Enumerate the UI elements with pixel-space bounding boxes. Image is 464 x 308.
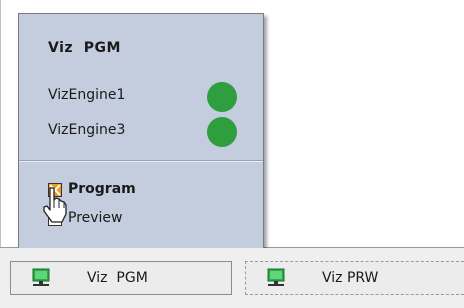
option-program[interactable]: Program [48,181,248,203]
popup-title: Viz PGM [48,40,121,56]
taskbar: Viz PGM Viz PRW [0,248,464,308]
monitor-icon [32,268,50,286]
task-label: Viz PGM [87,270,148,286]
option-preview[interactable]: Preview [48,210,248,232]
popup-divider [19,160,263,162]
status-online-icon [207,82,237,112]
engine-name: VizEngine1 [48,87,126,103]
task-label: Viz PRW [322,270,379,286]
option-label: Preview [68,210,123,226]
viz-pgm-button[interactable]: Viz PGM [10,261,232,295]
engine-name: VizEngine3 [48,122,126,138]
option-label: Program [68,181,136,197]
monitor-icon [267,268,285,286]
engine-row-1: VizEngine1 [48,81,248,112]
engine-row-2: VizEngine3 [48,116,248,147]
viz-prw-button[interactable]: Viz PRW [245,261,464,295]
screen-edge [0,0,1,248]
mouse-pointer-icon [43,187,67,223]
status-online-icon [207,117,237,147]
